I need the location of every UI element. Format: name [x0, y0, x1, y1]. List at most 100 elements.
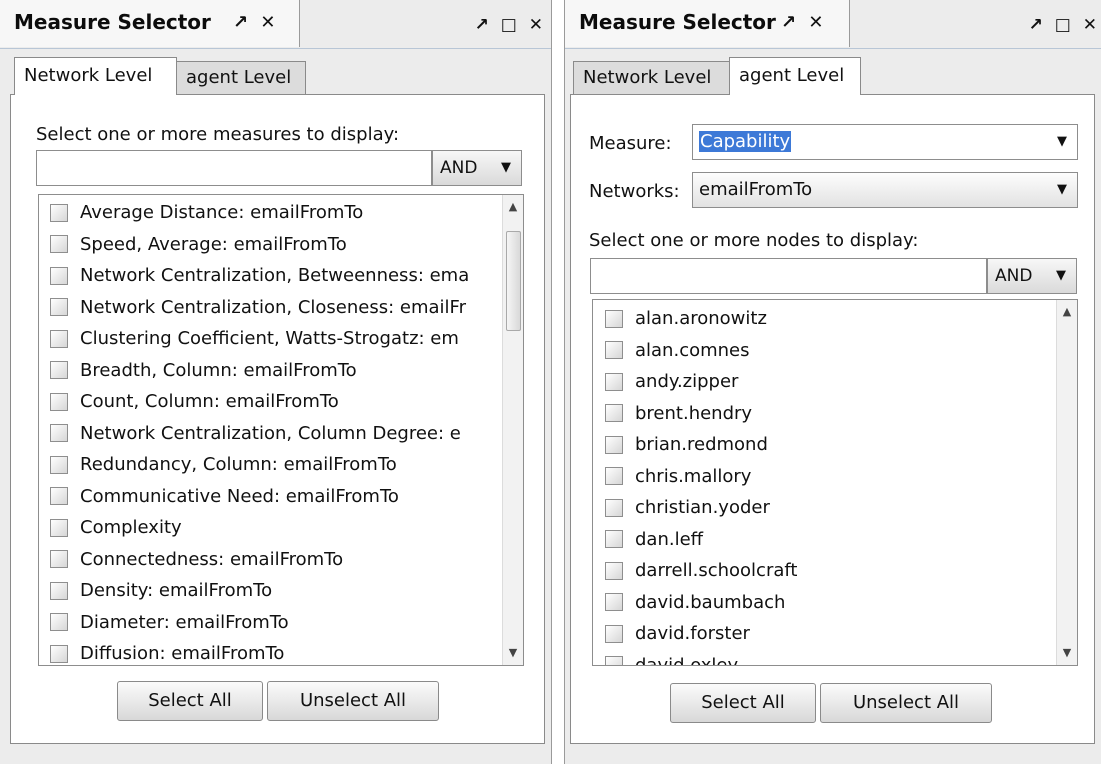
list-item[interactable]: alan.comnes [605, 335, 1077, 367]
list-item[interactable]: david.forster [605, 618, 1077, 650]
unselect-all-button[interactable]: Unselect All [267, 681, 439, 721]
pin-icon[interactable]: ↗ [1029, 15, 1043, 35]
checkbox[interactable] [50, 455, 68, 474]
scroll-thumb[interactable] [506, 231, 521, 331]
measure-label: Measure: [589, 133, 672, 154]
networks-select[interactable]: emailFromTo ▼ [692, 172, 1078, 208]
checkbox[interactable] [50, 266, 68, 285]
checkbox[interactable] [50, 644, 68, 663]
checkbox[interactable] [605, 372, 623, 391]
close-icon[interactable]: ✕ [529, 15, 543, 35]
pin-icon[interactable]: ↗ [781, 12, 796, 33]
scroll-down-icon[interactable]: ▼ [1057, 643, 1077, 663]
panel-title-tab[interactable]: Measure Selector ↗ ✕ [0, 0, 300, 47]
list-item[interactable]: Network Centralization, Closeness: email… [50, 292, 523, 324]
checkbox[interactable] [605, 593, 623, 612]
checkbox[interactable] [50, 298, 68, 317]
list-item[interactable]: andy.zipper [605, 366, 1077, 398]
list-item[interactable]: Speed, Average: emailFromTo [50, 229, 523, 261]
list-item-label: darrell.schoolcraft [635, 560, 798, 582]
scroll-up-icon[interactable]: ▲ [503, 197, 523, 217]
checkbox[interactable] [605, 498, 623, 517]
list-item[interactable]: chris.mallory [605, 461, 1077, 493]
select-all-button[interactable]: Select All [117, 681, 263, 721]
list-item[interactable]: Complexity [50, 512, 523, 544]
list-item-label: Redundancy, Column: emailFromTo [80, 454, 397, 476]
list-item[interactable]: Count, Column: emailFromTo [50, 386, 523, 418]
checkbox[interactable] [50, 424, 68, 443]
and-dropdown[interactable]: AND ▼ [432, 150, 522, 186]
list-item[interactable]: Breadth, Column: emailFromTo [50, 355, 523, 387]
list-item[interactable]: Connectedness: emailFromTo [50, 544, 523, 576]
list-item-label: Network Centralization, Column Degree: e [80, 422, 461, 444]
list-item[interactable]: Communicative Need: emailFromTo [50, 481, 523, 513]
checkbox[interactable] [605, 624, 623, 643]
scroll-down-icon[interactable]: ▼ [503, 643, 523, 663]
checkbox[interactable] [605, 530, 623, 549]
checkbox[interactable] [605, 561, 623, 580]
tab-agent-level[interactable]: agent Level [729, 57, 861, 95]
tab-agent-level[interactable]: agent Level [176, 61, 306, 95]
list-item[interactable]: darrell.schoolcraft [605, 555, 1077, 587]
checkbox[interactable] [50, 235, 68, 254]
unselect-all-button[interactable]: Unselect All [820, 683, 992, 723]
maximize-icon[interactable]: □ [501, 15, 517, 35]
list-item[interactable]: Diameter: emailFromTo [50, 607, 523, 639]
list-item[interactable]: david.oxley [605, 650, 1077, 665]
checkbox[interactable] [50, 518, 68, 537]
list-item[interactable]: Redundancy, Column: emailFromTo [50, 449, 523, 481]
checkbox[interactable] [50, 329, 68, 348]
list-item[interactable]: brian.redmond [605, 429, 1077, 461]
list-item[interactable]: Network Centralization, Betweenness: ema [50, 260, 523, 292]
select-all-button[interactable]: Select All [670, 683, 816, 723]
checkbox[interactable] [50, 392, 68, 411]
tab-network-level[interactable]: Network Level [573, 61, 730, 95]
checkbox[interactable] [605, 435, 623, 454]
list-item-label: Speed, Average: emailFromTo [80, 233, 347, 255]
list-item[interactable]: Average Distance: emailFromTo [50, 197, 523, 229]
checkbox[interactable] [50, 203, 68, 222]
checkbox[interactable] [605, 309, 623, 328]
list-item[interactable]: Diffusion: emailFromTo [50, 638, 523, 665]
list-item-label: Breadth, Column: emailFromTo [80, 359, 357, 381]
list-item[interactable]: brent.hendry [605, 398, 1077, 430]
list-item[interactable]: david.baumbach [605, 587, 1077, 619]
list-item[interactable]: christian.yoder [605, 492, 1077, 524]
vertical-scrollbar[interactable]: ▲ ▼ [1056, 300, 1077, 665]
checkbox[interactable] [50, 550, 68, 569]
measure-select[interactable]: Capability ▼ [692, 124, 1078, 160]
tab-network-level[interactable]: Network Level [14, 57, 177, 95]
checkbox[interactable] [50, 613, 68, 632]
close-icon[interactable]: ✕ [808, 12, 823, 33]
checkbox[interactable] [605, 467, 623, 486]
list-item-label: Complexity [80, 517, 182, 539]
maximize-icon[interactable]: □ [1055, 15, 1071, 35]
pin-icon[interactable]: ↗ [233, 12, 248, 33]
vertical-scrollbar[interactable]: ▲ ▼ [502, 195, 523, 665]
list-item[interactable]: Density: emailFromTo [50, 575, 523, 607]
checkbox[interactable] [605, 656, 623, 665]
list-item[interactable]: dan.leff [605, 524, 1077, 556]
list-item-label: christian.yoder [635, 497, 770, 519]
nodes-prompt: Select one or more nodes to display: [589, 230, 919, 251]
close-icon[interactable]: ✕ [1083, 15, 1097, 35]
measures-prompt: Select one or more measures to display: [36, 124, 400, 145]
checkbox[interactable] [50, 361, 68, 380]
list-item[interactable]: Network Centralization, Column Degree: e [50, 418, 523, 450]
filter-input[interactable] [590, 258, 987, 294]
list-item-label: Density: emailFromTo [80, 580, 273, 602]
checkbox[interactable] [50, 487, 68, 506]
list-item[interactable]: alan.aronowitz [605, 303, 1077, 335]
close-icon[interactable]: ✕ [260, 12, 275, 33]
checkbox[interactable] [605, 341, 623, 360]
list-item-label: brent.hendry [635, 402, 753, 424]
filter-input[interactable] [36, 150, 432, 186]
and-dropdown[interactable]: AND ▼ [987, 258, 1077, 294]
scroll-up-icon[interactable]: ▲ [1057, 302, 1077, 322]
panel-title-tab[interactable]: Measure Selector ↗ ✕ [565, 0, 850, 47]
list-item[interactable]: Clustering Coefficient, Watts-Strogatz: … [50, 323, 523, 355]
checkbox[interactable] [605, 404, 623, 423]
checkbox[interactable] [50, 581, 68, 600]
list-item-label: Count, Column: emailFromTo [80, 391, 339, 413]
pin-icon[interactable]: ↗ [475, 15, 489, 35]
